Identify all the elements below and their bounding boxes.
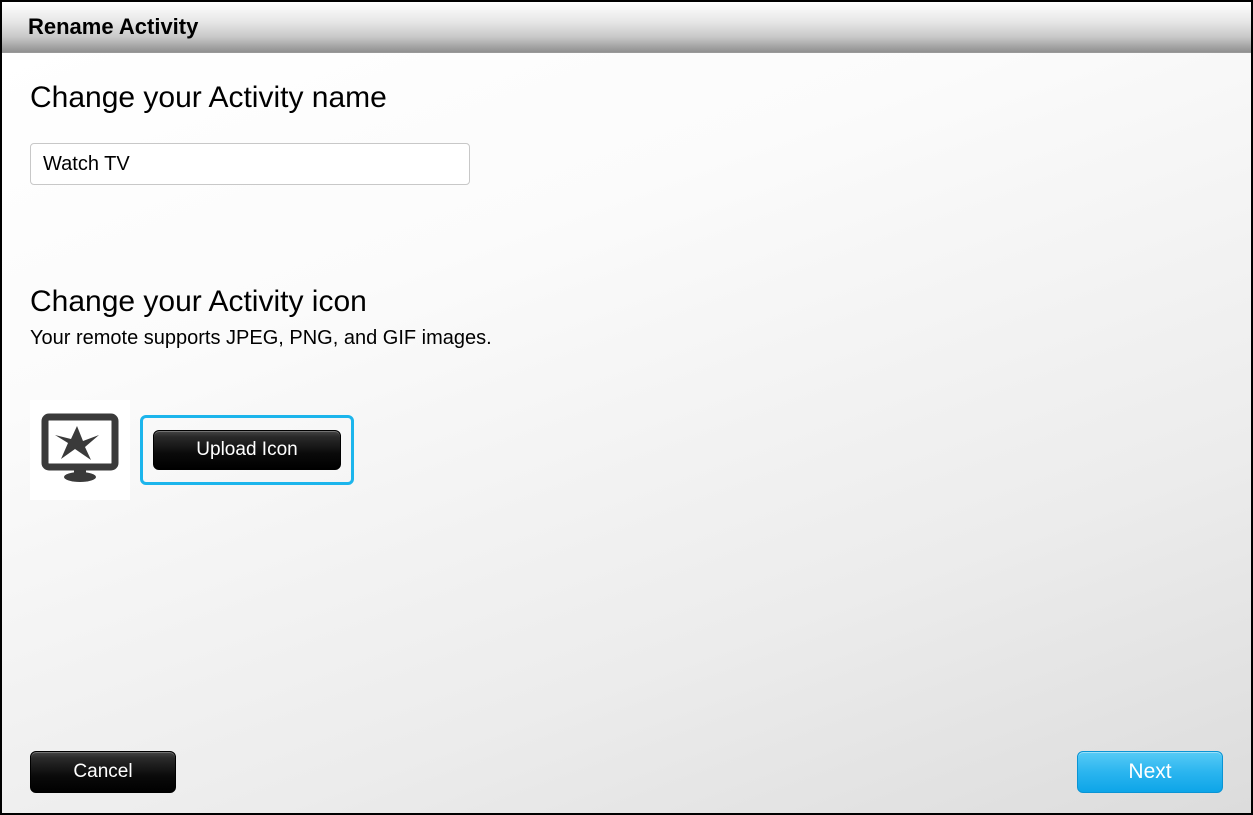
activity-icon-preview <box>30 400 130 500</box>
dialog-title: Rename Activity <box>28 14 1225 40</box>
activity-icon-subtext: Your remote supports JPEG, PNG, and GIF … <box>30 327 1223 350</box>
dialog-header: Rename Activity <box>2 2 1251 53</box>
dialog-body: Change your Activity name Change your Ac… <box>2 53 1251 813</box>
activity-icon-section: Change your Activity icon Your remote su… <box>30 285 1223 500</box>
activity-name-input[interactable] <box>30 143 470 185</box>
cancel-button[interactable]: Cancel <box>30 751 176 793</box>
rename-activity-dialog: Rename Activity Change your Activity nam… <box>0 0 1253 815</box>
next-button[interactable]: Next <box>1077 751 1223 793</box>
dialog-footer: Cancel Next <box>30 751 1223 793</box>
upload-icon-highlight: Upload Icon <box>140 415 354 485</box>
icon-row: Upload Icon <box>30 400 1223 500</box>
activity-name-heading: Change your Activity name <box>30 81 1223 115</box>
activity-icon-heading: Change your Activity icon <box>30 285 1223 319</box>
upload-icon-button[interactable]: Upload Icon <box>153 430 341 470</box>
tv-star-icon <box>41 413 119 488</box>
